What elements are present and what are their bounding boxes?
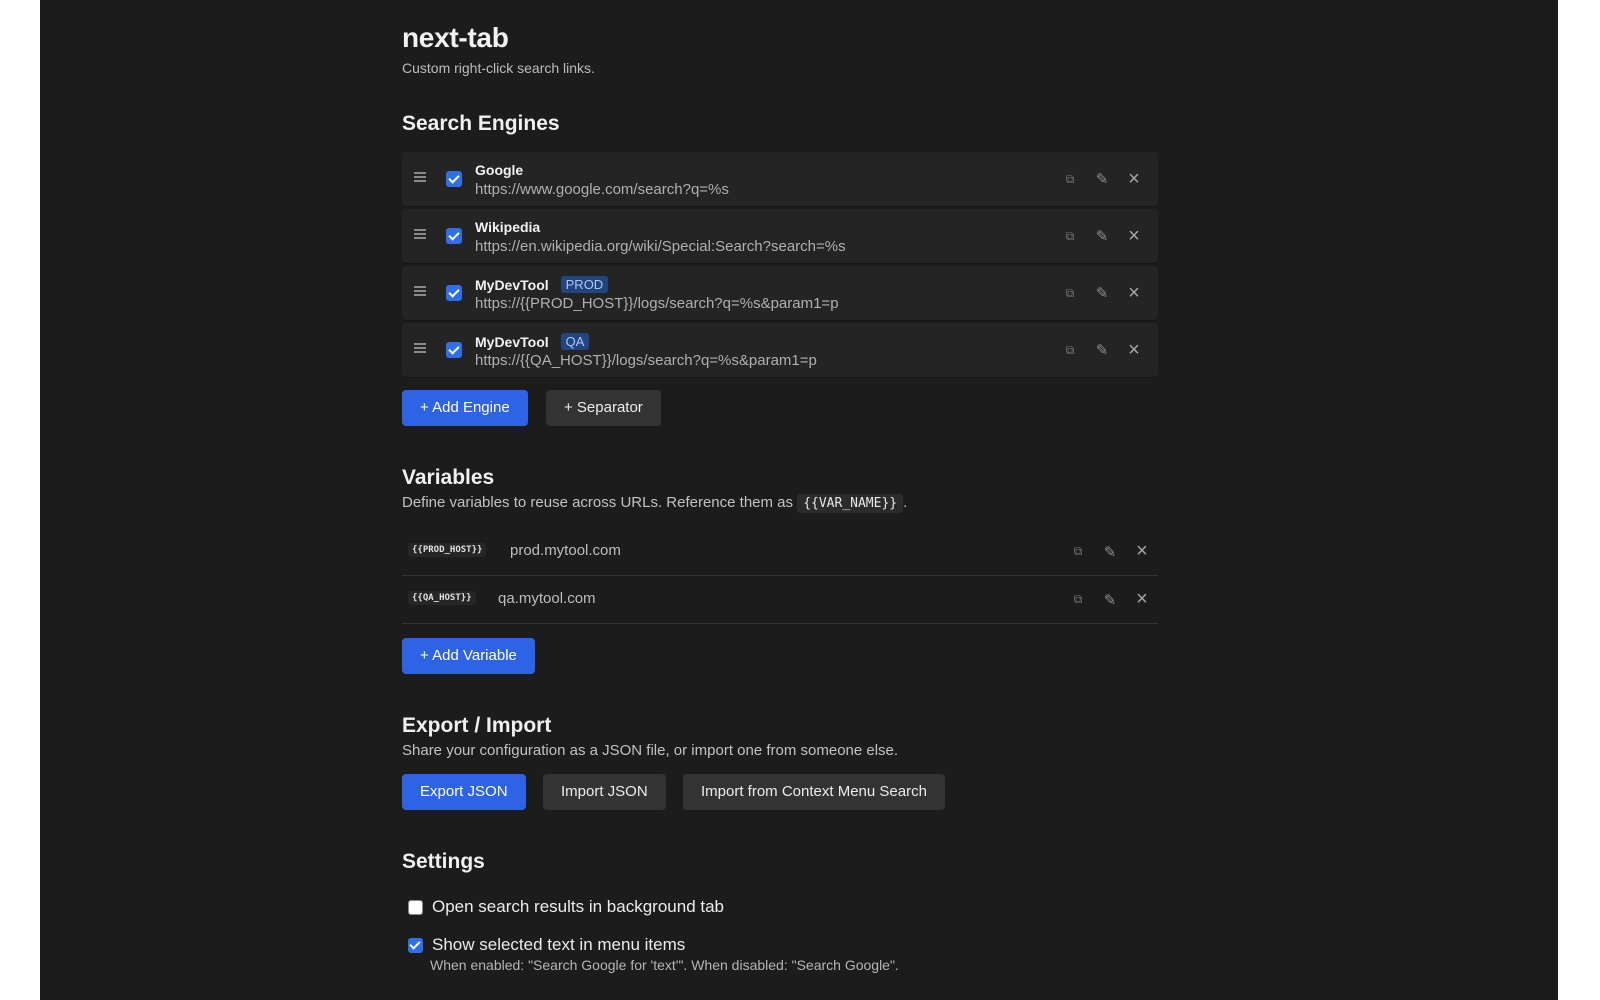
- show-selected-label[interactable]: Show selected text in menu items: [432, 935, 685, 955]
- background-tab-checkbox[interactable]: [408, 900, 423, 915]
- engine-enabled-checkbox[interactable]: [446, 171, 462, 187]
- engine-row: MyDevTool QA https://{{QA_HOST}}/logs/se…: [402, 323, 1158, 377]
- engine-url: https://en.wikipedia.org/wiki/Special:Se…: [475, 238, 846, 255]
- engine-enabled-checkbox[interactable]: [446, 228, 462, 244]
- copy-icon[interactable]: ⧉: [1054, 286, 1086, 301]
- page-subtitle: Custom right-click search links.: [402, 60, 595, 76]
- var-name-code: {{VAR_NAME}}: [797, 494, 904, 513]
- show-selected-help: When enabled: "Search Google for 'text'"…: [430, 957, 899, 973]
- variable-key: {{QA_HOST}}: [408, 591, 476, 605]
- background-tab-label[interactable]: Open search results in background tab: [432, 897, 724, 917]
- settings-page: next-tab Custom right-click search links…: [40, 0, 1558, 1000]
- engine-enabled-checkbox[interactable]: [446, 285, 462, 301]
- import-context-menu-search-button[interactable]: Import from Context Menu Search: [683, 774, 945, 810]
- environment-badge: QA: [560, 333, 590, 350]
- variables-heading: Variables: [402, 466, 495, 489]
- engine-enabled-checkbox[interactable]: [446, 342, 462, 358]
- engine-list: Google https://www.google.com/search?q=%…: [402, 152, 1158, 380]
- close-icon[interactable]: ×: [1126, 540, 1158, 563]
- export-json-button[interactable]: Export JSON: [402, 774, 526, 810]
- variables-description-text: Define variables to reuse across URLs. R…: [402, 494, 798, 511]
- close-icon[interactable]: ×: [1118, 282, 1150, 305]
- export-import-heading: Export / Import: [402, 714, 552, 737]
- drag-handle-icon[interactable]: [414, 286, 426, 296]
- engine-name: Wikipedia: [475, 219, 541, 235]
- engine-row: Wikipedia https://en.wikipedia.org/wiki/…: [402, 209, 1158, 263]
- copy-icon[interactable]: ⧉: [1054, 172, 1086, 187]
- variable-row: {{QA_HOST}} qa.mytool.com ⧉ ✎ ×: [402, 576, 1158, 624]
- show-selected-checkbox[interactable]: [408, 938, 423, 953]
- copy-icon[interactable]: ⧉: [1054, 229, 1086, 244]
- pencil-icon[interactable]: ✎: [1086, 170, 1118, 188]
- variables-description: Define variables to reuse across URLs. R…: [402, 494, 908, 513]
- pencil-icon[interactable]: ✎: [1086, 284, 1118, 302]
- copy-icon[interactable]: ⧉: [1054, 343, 1086, 358]
- engine-row: Google https://www.google.com/search?q=%…: [402, 152, 1158, 206]
- engine-name: MyDevTool: [475, 333, 549, 350]
- variable-value: prod.mytool.com: [510, 542, 621, 559]
- pencil-icon[interactable]: ✎: [1086, 341, 1118, 359]
- pencil-icon[interactable]: ✎: [1094, 543, 1126, 561]
- variable-value: qa.mytool.com: [498, 590, 596, 607]
- engine-name: MyDevTool: [475, 276, 549, 293]
- engine-url: https://www.google.com/search?q=%s: [475, 181, 729, 198]
- engine-url: https://{{PROD_HOST}}/logs/search?q=%s&p…: [475, 295, 839, 312]
- export-import-description: Share your configuration as a JSON file,…: [402, 742, 899, 759]
- close-icon[interactable]: ×: [1118, 168, 1150, 191]
- close-icon[interactable]: ×: [1118, 339, 1150, 362]
- import-json-button[interactable]: Import JSON: [543, 774, 666, 810]
- add-variable-button[interactable]: + Add Variable: [402, 638, 535, 674]
- drag-handle-icon[interactable]: [414, 229, 426, 239]
- pencil-icon[interactable]: ✎: [1086, 227, 1118, 245]
- close-icon[interactable]: ×: [1118, 225, 1150, 248]
- add-separator-button[interactable]: + Separator: [546, 390, 661, 426]
- drag-handle-icon[interactable]: [414, 343, 426, 353]
- variables-description-end: .: [903, 494, 908, 511]
- drag-handle-icon[interactable]: [414, 172, 426, 182]
- variable-key: {{PROD_HOST}}: [408, 543, 487, 557]
- engine-url: https://{{QA_HOST}}/logs/search?q=%s&par…: [475, 352, 817, 369]
- close-icon[interactable]: ×: [1126, 588, 1158, 611]
- copy-icon[interactable]: ⧉: [1062, 592, 1094, 607]
- search-engines-heading: Search Engines: [402, 112, 560, 135]
- add-engine-button[interactable]: + Add Engine: [402, 390, 528, 426]
- pencil-icon[interactable]: ✎: [1094, 591, 1126, 609]
- engine-row: MyDevTool PROD https://{{PROD_HOST}}/log…: [402, 266, 1158, 320]
- engine-name: Google: [475, 162, 524, 178]
- variable-row: {{PROD_HOST}} prod.mytool.com ⧉ ✎ ×: [402, 528, 1158, 576]
- settings-heading: Settings: [402, 850, 485, 873]
- copy-icon[interactable]: ⧉: [1062, 544, 1094, 559]
- page-title: next-tab: [402, 22, 509, 53]
- environment-badge: PROD: [560, 276, 609, 293]
